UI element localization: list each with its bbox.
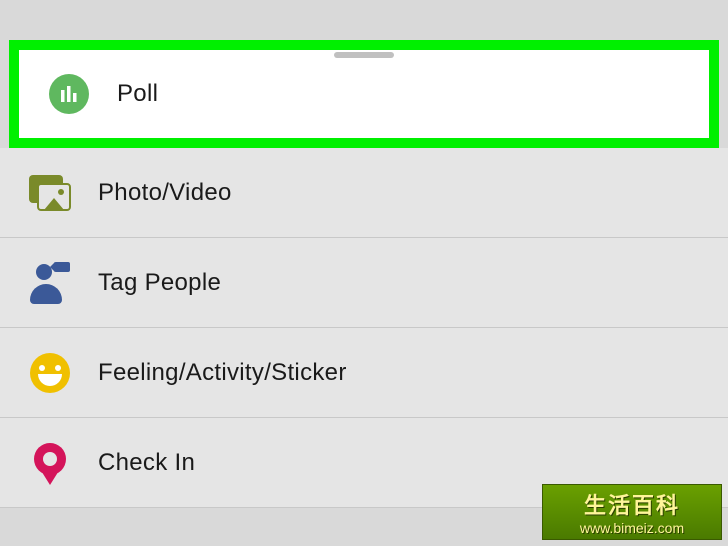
- watermark-badge: 生活百科 www.bimeiz.com: [542, 484, 722, 540]
- menu-item-label: Tag People: [98, 269, 221, 297]
- poll-icon: [47, 72, 91, 116]
- menu-item-label: Check In: [98, 449, 195, 477]
- tag-people-icon: [28, 261, 72, 305]
- menu-item-label: Poll: [117, 80, 158, 108]
- menu-item-photo-video[interactable]: Photo/Video: [0, 148, 728, 238]
- watermark-title: 生活百科: [584, 488, 680, 520]
- photo-video-icon: [28, 171, 72, 215]
- menu-item-poll[interactable]: Poll: [19, 50, 709, 138]
- feeling-icon: [28, 351, 72, 395]
- composer-menu: Poll Photo/Video Tag People Feeling/: [0, 0, 728, 508]
- check-in-icon: [28, 441, 72, 485]
- menu-item-label: Feeling/Activity/Sticker: [98, 359, 347, 387]
- menu-item-tag-people[interactable]: Tag People: [0, 238, 728, 328]
- watermark-url: www.bimeiz.com: [580, 520, 684, 536]
- menu-item-feeling[interactable]: Feeling/Activity/Sticker: [0, 328, 728, 418]
- menu-item-label: Photo/Video: [98, 179, 232, 207]
- drag-handle[interactable]: [334, 52, 394, 58]
